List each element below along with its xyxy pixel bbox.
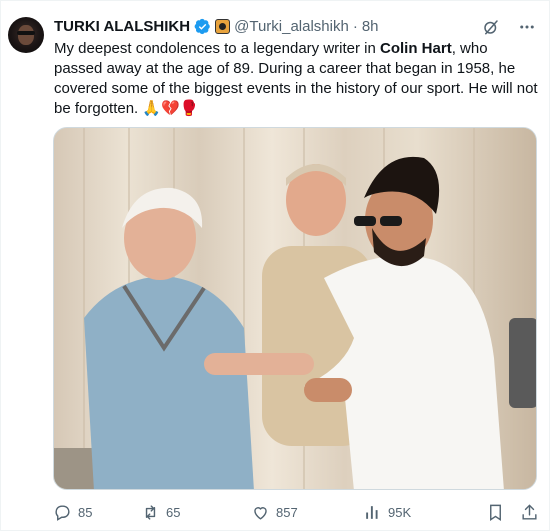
avatar[interactable] [8,17,44,53]
tweet-photo[interactable] [53,127,537,490]
repost-action[interactable]: 65 [141,503,251,522]
repost-icon [145,504,156,520]
tweet-time[interactable]: 8h [362,18,379,35]
top-actions [481,17,537,37]
author-handle[interactable]: @Turki_alalshikh [234,18,349,35]
share-icon[interactable] [519,502,539,522]
views-count: 95K [388,504,412,520]
action-bar-right [485,502,539,522]
tweet-header: TURKI ALALSHIKH @Turki_alalshikh · 8h [54,16,379,36]
repost-count: 65 [166,504,181,520]
views-icon [366,505,378,519]
tweet-text: My deepest condolences to a legendary wr… [54,39,540,119]
views-action[interactable]: 95K [363,503,411,522]
reply-count: 85 [78,504,93,520]
mention-highlight: Colin Hart [380,40,452,57]
like-icon [254,506,267,520]
verified-badge-icon [194,18,210,34]
affiliation-badge-icon[interactable] [215,18,231,34]
like-count: 857 [276,504,298,520]
author-name[interactable]: TURKI ALALSHIKH [54,18,190,35]
reply-action[interactable]: 85 [53,503,141,522]
reply-icon [55,504,70,521]
avatar-glasses [17,31,35,35]
bookmark-icon[interactable] [485,502,505,522]
avatar-face [18,25,34,45]
more-icon[interactable] [517,17,537,37]
tweet-emojis: 🙏💔🥊 [142,100,199,117]
action-bar: 85 65 857 95K [53,501,539,523]
photo-illustration [54,128,536,489]
like-action[interactable]: 857 [251,503,363,522]
separator-dot: · [352,17,358,35]
grok-icon[interactable] [481,17,501,37]
tweet-card[interactable]: TURKI ALALSHIKH @Turki_alalshikh · 8h My… [0,0,550,531]
tweet-text-part1: My deepest condolences to a legendary wr… [54,40,381,57]
